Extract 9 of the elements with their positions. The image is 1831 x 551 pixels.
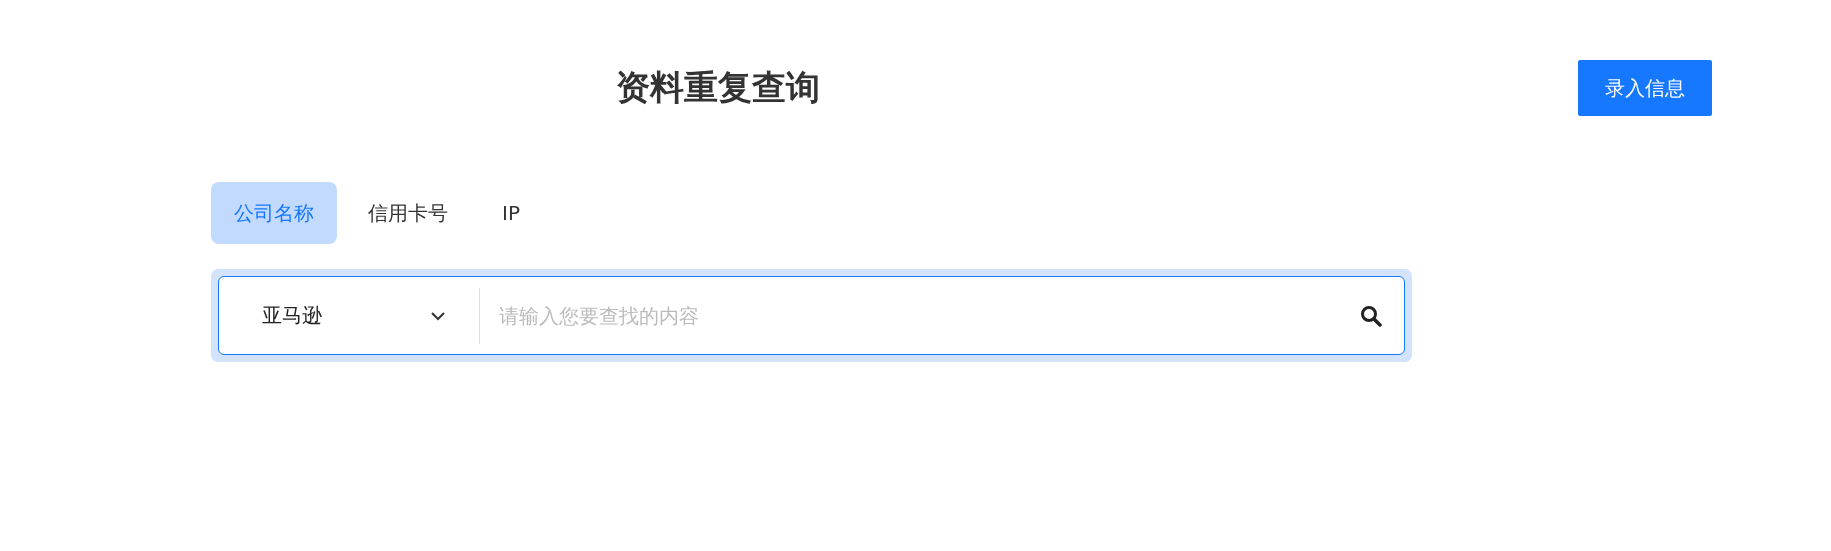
tab[interactable]: IP (479, 182, 543, 244)
chevron-down-icon (430, 310, 446, 321)
page-title: 资料重复查询 (616, 66, 821, 109)
search-field[interactable]: 请输入您要查找的内容 (480, 302, 1350, 329)
search-icon[interactable] (1360, 304, 1382, 327)
add-info-button[interactable]: 录入信息 (1578, 60, 1712, 116)
tab[interactable]: 信用卡号 (345, 182, 471, 244)
company-dropdown[interactable]: 亚马逊 (219, 302, 479, 329)
search-bar[interactable]: 亚马逊 请输入您要查找的内容 (218, 276, 1405, 355)
